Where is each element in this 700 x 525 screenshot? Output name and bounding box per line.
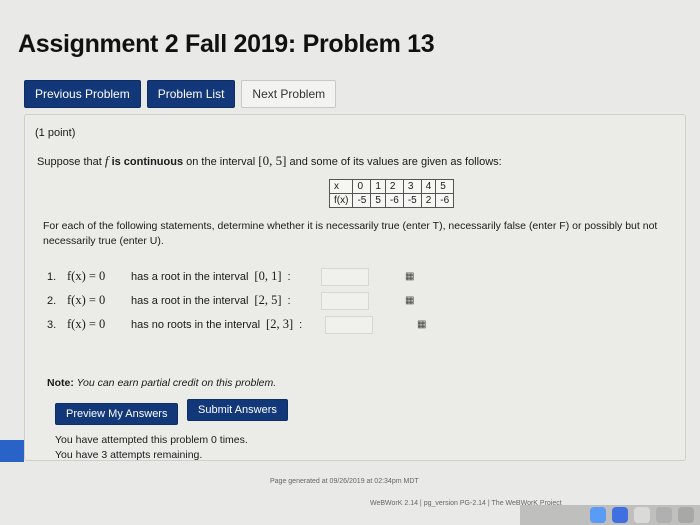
instructions: For each of the following statements, de…	[43, 220, 658, 247]
app-icon[interactable]	[590, 507, 606, 523]
question-text: has a root in the interval	[131, 270, 249, 283]
question-equation: f(x) = 0	[67, 269, 106, 283]
question-interval: [2, 3]	[266, 317, 294, 331]
footer-generated: Page generated at 09/26/2019 at 02:34pm …	[270, 478, 419, 485]
next-problem-button[interactable]: Next Problem	[241, 80, 337, 108]
x-value: 5	[435, 179, 455, 194]
x-value: 0	[352, 179, 372, 194]
interval-text: [0, 5]	[258, 153, 287, 168]
x-value: 2	[384, 179, 404, 194]
grid-icon[interactable]: ▦	[405, 296, 417, 306]
fx-value: -5	[402, 193, 422, 208]
preview-icon[interactable]	[656, 507, 672, 523]
attempted-text: You have attempted this problem 0 times.	[55, 434, 248, 446]
page-title: Assignment 2 Fall 2019: Problem 13	[18, 30, 435, 58]
x-value: 1	[370, 179, 386, 194]
fx-value: -6	[384, 193, 404, 208]
intro-text-b: is continuous	[108, 156, 184, 168]
problem-list-button[interactable]: Problem List	[146, 80, 236, 108]
fx-value: 2	[420, 193, 437, 208]
values-table: x 0 1 2 3 4 5 f(x) -5 5 -6 -5 2 -6	[328, 179, 455, 208]
question-interval: [2, 5]	[254, 293, 282, 307]
question-text: has no roots in the interval	[131, 318, 261, 331]
note-label: Note:	[47, 377, 74, 389]
question-1: 1. f(x) = 0 has a root in the interval […	[47, 269, 291, 284]
appstore-icon[interactable]	[612, 507, 628, 523]
question-equation: f(x) = 0	[67, 317, 106, 331]
x-value: 4	[420, 179, 437, 194]
x-row: x 0 1 2 3 4 5	[328, 179, 455, 194]
intro-text-c: on the interval	[183, 156, 259, 168]
fx-header: f(x)	[328, 193, 354, 208]
note-text: You can earn partial credit on this prob…	[73, 377, 277, 389]
settings-icon[interactable]	[634, 507, 650, 523]
question-colon: :	[287, 270, 291, 283]
grid-icon[interactable]: ▦	[417, 320, 429, 330]
attempt-status: You have attempted this problem 0 times.…	[55, 433, 248, 463]
question-number: 2.	[47, 294, 57, 307]
question-colon: :	[299, 318, 303, 331]
question-number: 3.	[47, 318, 57, 331]
fx-row: f(x) -5 5 -6 -5 2 -6	[328, 193, 455, 208]
trash-icon[interactable]	[678, 507, 694, 523]
problem-nav: Previous Problem Problem List Next Probl…	[24, 80, 337, 108]
problem-intro: Suppose that f is continuous on the inte…	[37, 153, 502, 169]
answer-input-1[interactable]	[321, 268, 369, 286]
fx-value: -5	[352, 193, 372, 208]
points-label: (1 point)	[35, 127, 76, 139]
previous-problem-button[interactable]: Previous Problem	[24, 80, 141, 108]
question-2: 2. f(x) = 0 has a root in the interval […	[47, 293, 291, 308]
partial-credit-note: Note: You can earn partial credit on thi…	[47, 377, 276, 389]
x-header: x	[328, 179, 354, 194]
submit-answers-button[interactable]: Submit Answers	[187, 399, 288, 421]
question-equation: f(x) = 0	[67, 293, 106, 307]
x-value: 3	[402, 179, 422, 194]
answer-input-2[interactable]	[321, 292, 369, 310]
fx-value: -6	[435, 193, 455, 208]
preview-answers-button[interactable]: Preview My Answers	[55, 403, 179, 425]
intro-text-d: and some of its values are given as foll…	[286, 156, 502, 168]
question-number: 1.	[47, 270, 57, 283]
dock	[520, 505, 700, 525]
grid-icon[interactable]: ▦	[405, 272, 417, 282]
answer-input-3[interactable]	[325, 316, 373, 334]
side-tab[interactable]	[0, 440, 24, 462]
remaining-text: You have 3 attempts remaining.	[55, 449, 203, 461]
question-colon: :	[287, 294, 291, 307]
fx-value: 5	[370, 193, 386, 208]
intro-text-a: Suppose that	[37, 156, 105, 168]
question-3: 3. f(x) = 0 has no roots in the interval…	[47, 317, 302, 332]
question-interval: [0, 1]	[254, 269, 282, 283]
question-text: has a root in the interval	[131, 294, 249, 307]
problem-panel: (1 point) Suppose that f is continuous o…	[24, 114, 686, 461]
